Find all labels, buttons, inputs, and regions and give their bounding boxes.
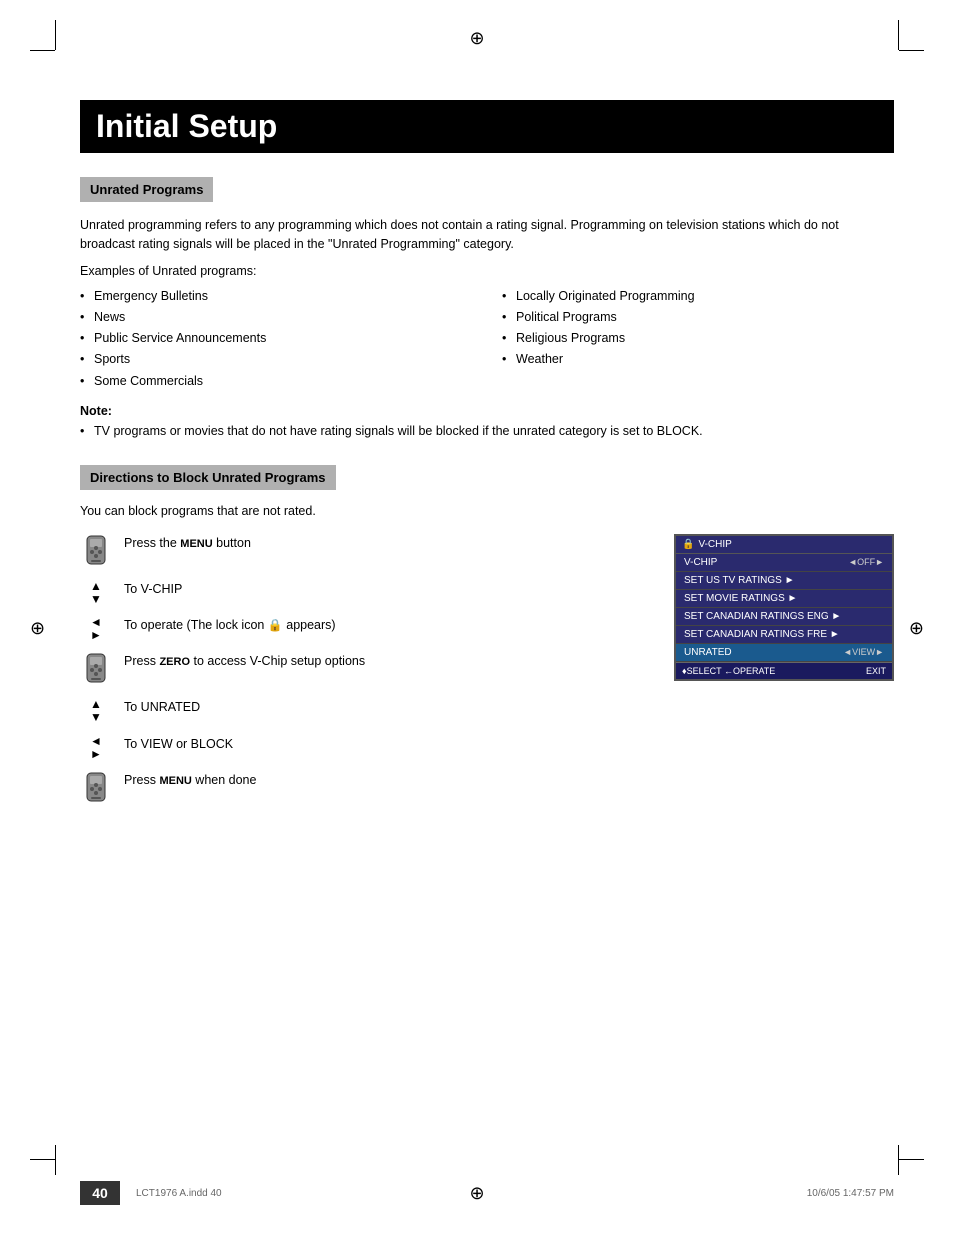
list-item: Weather: [502, 349, 894, 370]
directions-intro: You can block programs that are not rate…: [80, 504, 894, 518]
vchip-footer-right: EXIT: [866, 666, 886, 676]
remote-icon: [80, 771, 112, 807]
examples-label: Examples of Unrated programs:: [80, 264, 894, 278]
unrated-section: Unrated Programs Unrated programming ref…: [80, 177, 894, 441]
step-text: To UNRATED: [124, 698, 654, 717]
list-item: Political Programs: [502, 307, 894, 328]
unrated-section-header: Unrated Programs: [80, 177, 213, 202]
crop-mark: [899, 50, 924, 51]
crop-mark: [30, 50, 55, 51]
instruction-grid: Press the MENU button ▲ ▼ To V-CHIP ◄ ► …: [80, 534, 894, 818]
vchip-item-label: SET MOVIE RATINGS ►: [684, 593, 797, 604]
updown-arrows: ▲ ▼: [80, 580, 112, 606]
vchip-title-icon: 🔒: [682, 539, 694, 550]
directions-section-header: Directions to Block Unrated Programs: [80, 465, 336, 490]
vchip-menu-item: SET MOVIE RATINGS ►: [676, 590, 892, 608]
note-label: Note:: [80, 404, 894, 418]
list-item: Sports: [80, 349, 472, 370]
step-text: Press ZERO to access V-Chip setup option…: [124, 652, 654, 671]
page-title: Initial Setup: [80, 100, 894, 153]
list-item: Emergency Bulletins: [80, 286, 472, 307]
leftright-arrows: ◄ ►: [80, 735, 112, 761]
step-row: ◄ ► To VIEW or BLOCK: [80, 735, 654, 761]
vchip-item-label: SET CANADIAN RATINGS FRE ►: [684, 629, 840, 640]
page-container: ⊕ Initial Setup Unrated Programs Unrated…: [0, 0, 954, 1235]
footer-right-text: 10/6/05 1:47:57 PM: [807, 1188, 894, 1199]
registration-mark-left: ⊕: [30, 618, 45, 639]
registration-mark-right: ⊕: [909, 618, 924, 639]
examples-list-left: Emergency BulletinsNewsPublic Service An…: [80, 286, 472, 392]
vchip-menu-item: SET CANADIAN RATINGS ENG ►: [676, 608, 892, 626]
step-row: ◄ ► To operate (The lock icon 🔒 appears): [80, 616, 654, 642]
vchip-menu-item: UNRATED ◄VIEW►: [676, 644, 892, 662]
vchip-screen: 🔒 V-CHIP V-CHIP ◄OFF► SET US TV RATINGS ►…: [674, 534, 894, 681]
vchip-footer-left: ♦SELECT ←OPERATE: [682, 666, 775, 676]
page-number: 40: [80, 1181, 120, 1205]
remote-icon: [80, 652, 112, 688]
vchip-title-text: V-CHIP: [698, 539, 731, 550]
vchip-item-label: SET US TV RATINGS ►: [684, 575, 794, 586]
list-item: Public Service Announcements: [80, 328, 472, 349]
list-item: News: [80, 307, 472, 328]
vchip-item-label: UNRATED: [684, 647, 732, 658]
note-section: Note: TV programs or movies that do not …: [80, 404, 894, 441]
updown-arrows: ▲ ▼: [80, 698, 112, 724]
step-row: Press ZERO to access V-Chip setup option…: [80, 652, 654, 688]
step-text: Press MENU when done: [124, 771, 654, 790]
step-row: ▲ ▼ To V-CHIP: [80, 580, 654, 606]
vchip-item-value: ◄VIEW►: [843, 647, 884, 657]
crop-mark: [898, 1145, 899, 1175]
vchip-footer: ♦SELECT ←OPERATE EXIT: [676, 662, 892, 679]
registration-mark-top: ⊕: [469, 28, 484, 49]
directions-section: Directions to Block Unrated Programs You…: [80, 465, 894, 818]
vchip-menu-item: V-CHIP ◄OFF►: [676, 554, 892, 572]
note-text: TV programs or movies that do not have r…: [80, 422, 894, 441]
step-text: Press the MENU button: [124, 534, 654, 553]
vchip-item-label: V-CHIP: [684, 557, 717, 568]
examples-list-right: Locally Originated ProgrammingPolitical …: [502, 286, 894, 392]
footer-center-reg: ⊕: [469, 1183, 484, 1204]
crop-mark: [898, 20, 899, 50]
list-item: Locally Originated Programming: [502, 286, 894, 307]
instruction-steps: Press the MENU button ▲ ▼ To V-CHIP ◄ ► …: [80, 534, 654, 818]
step-text: To operate (The lock icon 🔒 appears): [124, 616, 654, 635]
step-text: To V-CHIP: [124, 580, 654, 599]
crop-mark: [899, 1159, 924, 1160]
crop-mark: [30, 1159, 55, 1160]
step-row: ▲ ▼ To UNRATED: [80, 698, 654, 724]
crop-mark: [55, 20, 56, 50]
leftright-arrows: ◄ ►: [80, 616, 112, 642]
vchip-menu-item: SET US TV RATINGS ►: [676, 572, 892, 590]
page-footer: 40 LCT1976 A.indd 40 ⊕ 10/6/05 1:47:57 P…: [0, 1181, 954, 1205]
vchip-title-bar: 🔒 V-CHIP: [676, 536, 892, 554]
unrated-intro-text: Unrated programming refers to any progra…: [80, 216, 894, 254]
vchip-menu-item: SET CANADIAN RATINGS FRE ►: [676, 626, 892, 644]
examples-list: Emergency BulletinsNewsPublic Service An…: [80, 286, 894, 392]
vchip-item-label: SET CANADIAN RATINGS ENG ►: [684, 611, 841, 622]
remote-icon: [80, 534, 112, 570]
vchip-item-value: ◄OFF►: [848, 557, 884, 567]
step-row: Press MENU when done: [80, 771, 654, 807]
step-row: Press the MENU button: [80, 534, 654, 570]
list-item: Religious Programs: [502, 328, 894, 349]
step-text: To VIEW or BLOCK: [124, 735, 654, 754]
list-item: Some Commercials: [80, 371, 472, 392]
crop-mark: [55, 1145, 56, 1175]
